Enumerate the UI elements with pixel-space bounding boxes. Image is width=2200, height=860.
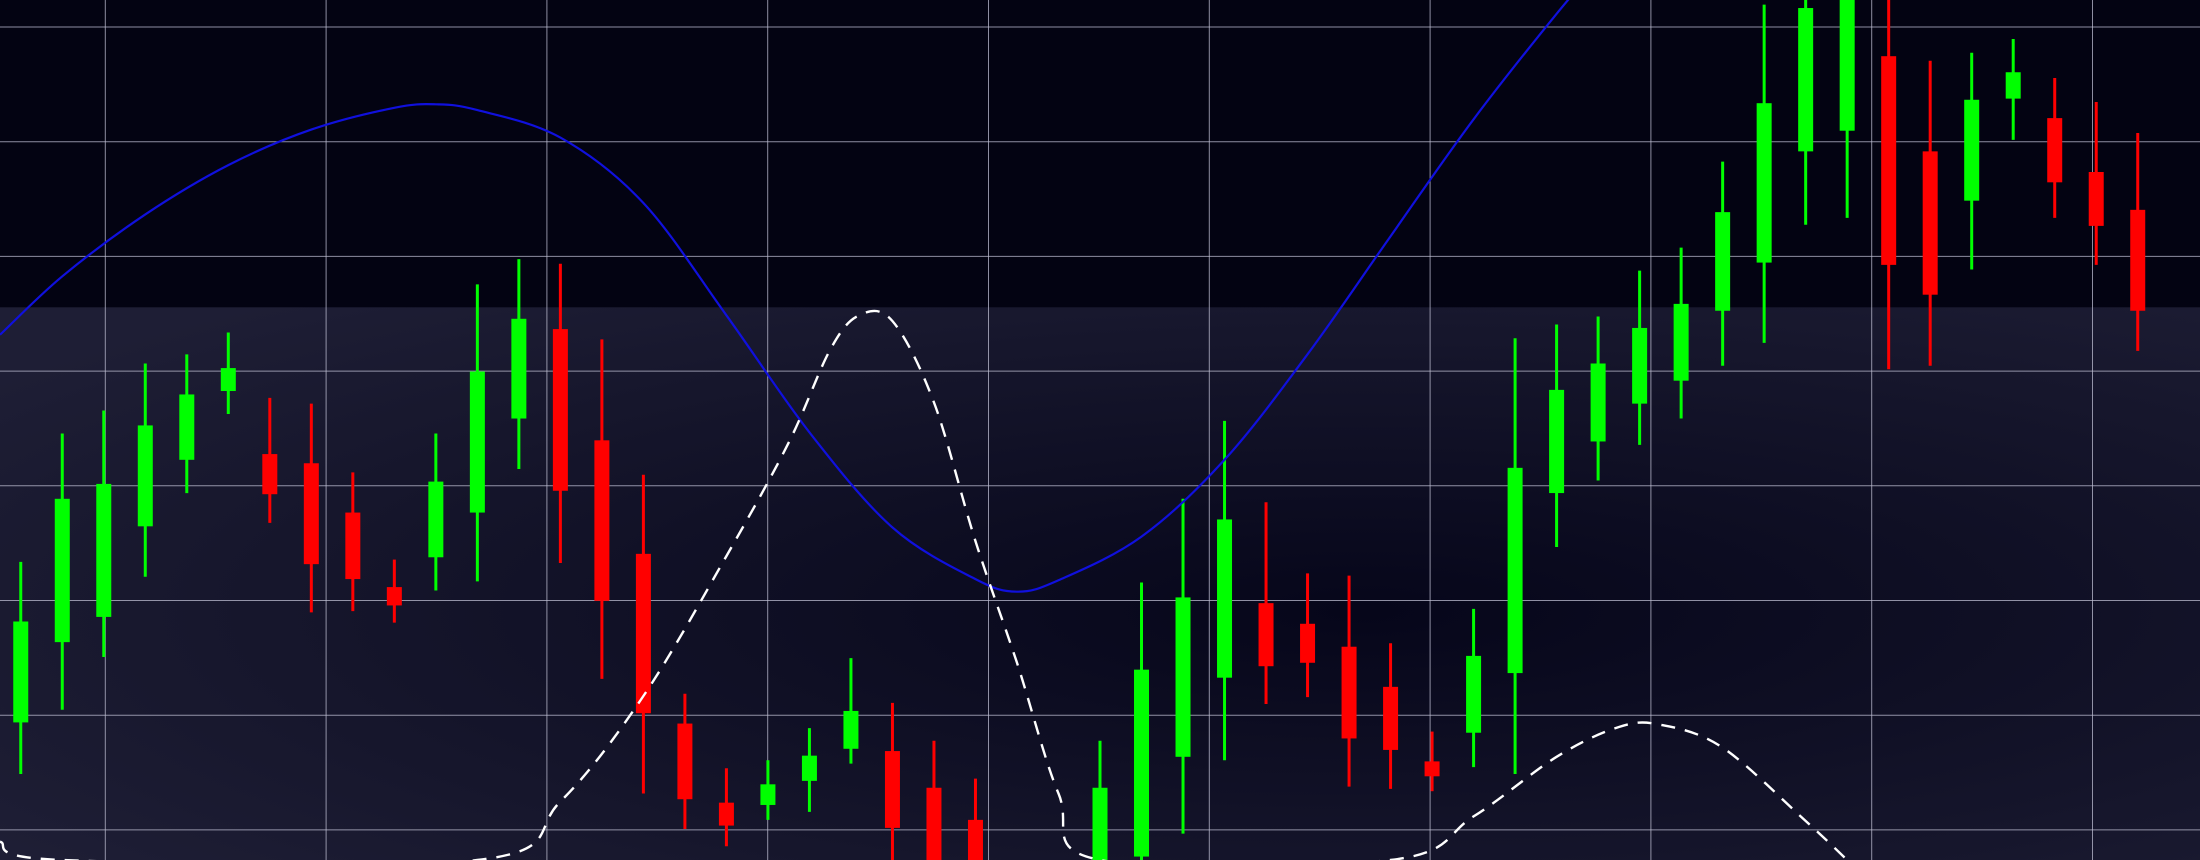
candle-body xyxy=(884,751,900,828)
chart-canvas xyxy=(0,0,2200,860)
candle-body xyxy=(1092,787,1108,860)
candle-body xyxy=(54,498,70,643)
candle-body xyxy=(1300,623,1316,663)
candle-body xyxy=(801,755,817,781)
candle-body xyxy=(511,318,527,419)
candle-body xyxy=(552,329,568,491)
candle-body xyxy=(2005,72,2021,99)
candle-body xyxy=(1466,655,1482,733)
candle-body xyxy=(1590,363,1606,442)
candle-body xyxy=(1881,56,1897,265)
candle-body xyxy=(1258,603,1274,667)
candle-body xyxy=(1632,327,1648,404)
candle-body xyxy=(469,371,485,513)
candle-body xyxy=(1715,212,1731,311)
candle-body xyxy=(1798,8,1814,152)
candle-body xyxy=(1507,467,1523,674)
candle-body xyxy=(1549,389,1565,494)
candle-body xyxy=(843,710,859,749)
candle-body xyxy=(96,483,112,617)
candle-body xyxy=(345,512,361,580)
candlestick-chart xyxy=(0,0,2200,860)
candle-body xyxy=(13,621,29,723)
candle-body xyxy=(2088,172,2104,226)
candle-body xyxy=(1922,151,1938,295)
candle-body xyxy=(428,481,444,558)
candle-body xyxy=(1134,669,1150,857)
candle-body xyxy=(594,440,610,601)
candle-body xyxy=(137,425,153,527)
candle-body xyxy=(1175,597,1191,757)
candle-body xyxy=(2130,209,2146,311)
candle-body xyxy=(220,368,236,392)
candle-body xyxy=(1839,0,1855,131)
candle-body xyxy=(967,819,983,860)
candle-body xyxy=(1341,646,1357,739)
candle-body xyxy=(1673,303,1689,381)
candle-body xyxy=(179,394,195,460)
candle-body xyxy=(1424,761,1440,777)
candle-body xyxy=(1217,519,1233,678)
candle-body xyxy=(303,463,319,565)
candle-body xyxy=(635,553,651,714)
candle-body xyxy=(2047,118,2063,183)
candle-body xyxy=(262,454,278,495)
candle-body xyxy=(386,587,402,606)
candle-body xyxy=(718,802,734,826)
candle-body xyxy=(1383,686,1399,750)
candle-body xyxy=(677,723,693,800)
candle-body xyxy=(1964,99,1980,201)
candle-body xyxy=(926,787,942,860)
candle-body xyxy=(760,784,776,805)
candle-body xyxy=(1756,103,1772,263)
